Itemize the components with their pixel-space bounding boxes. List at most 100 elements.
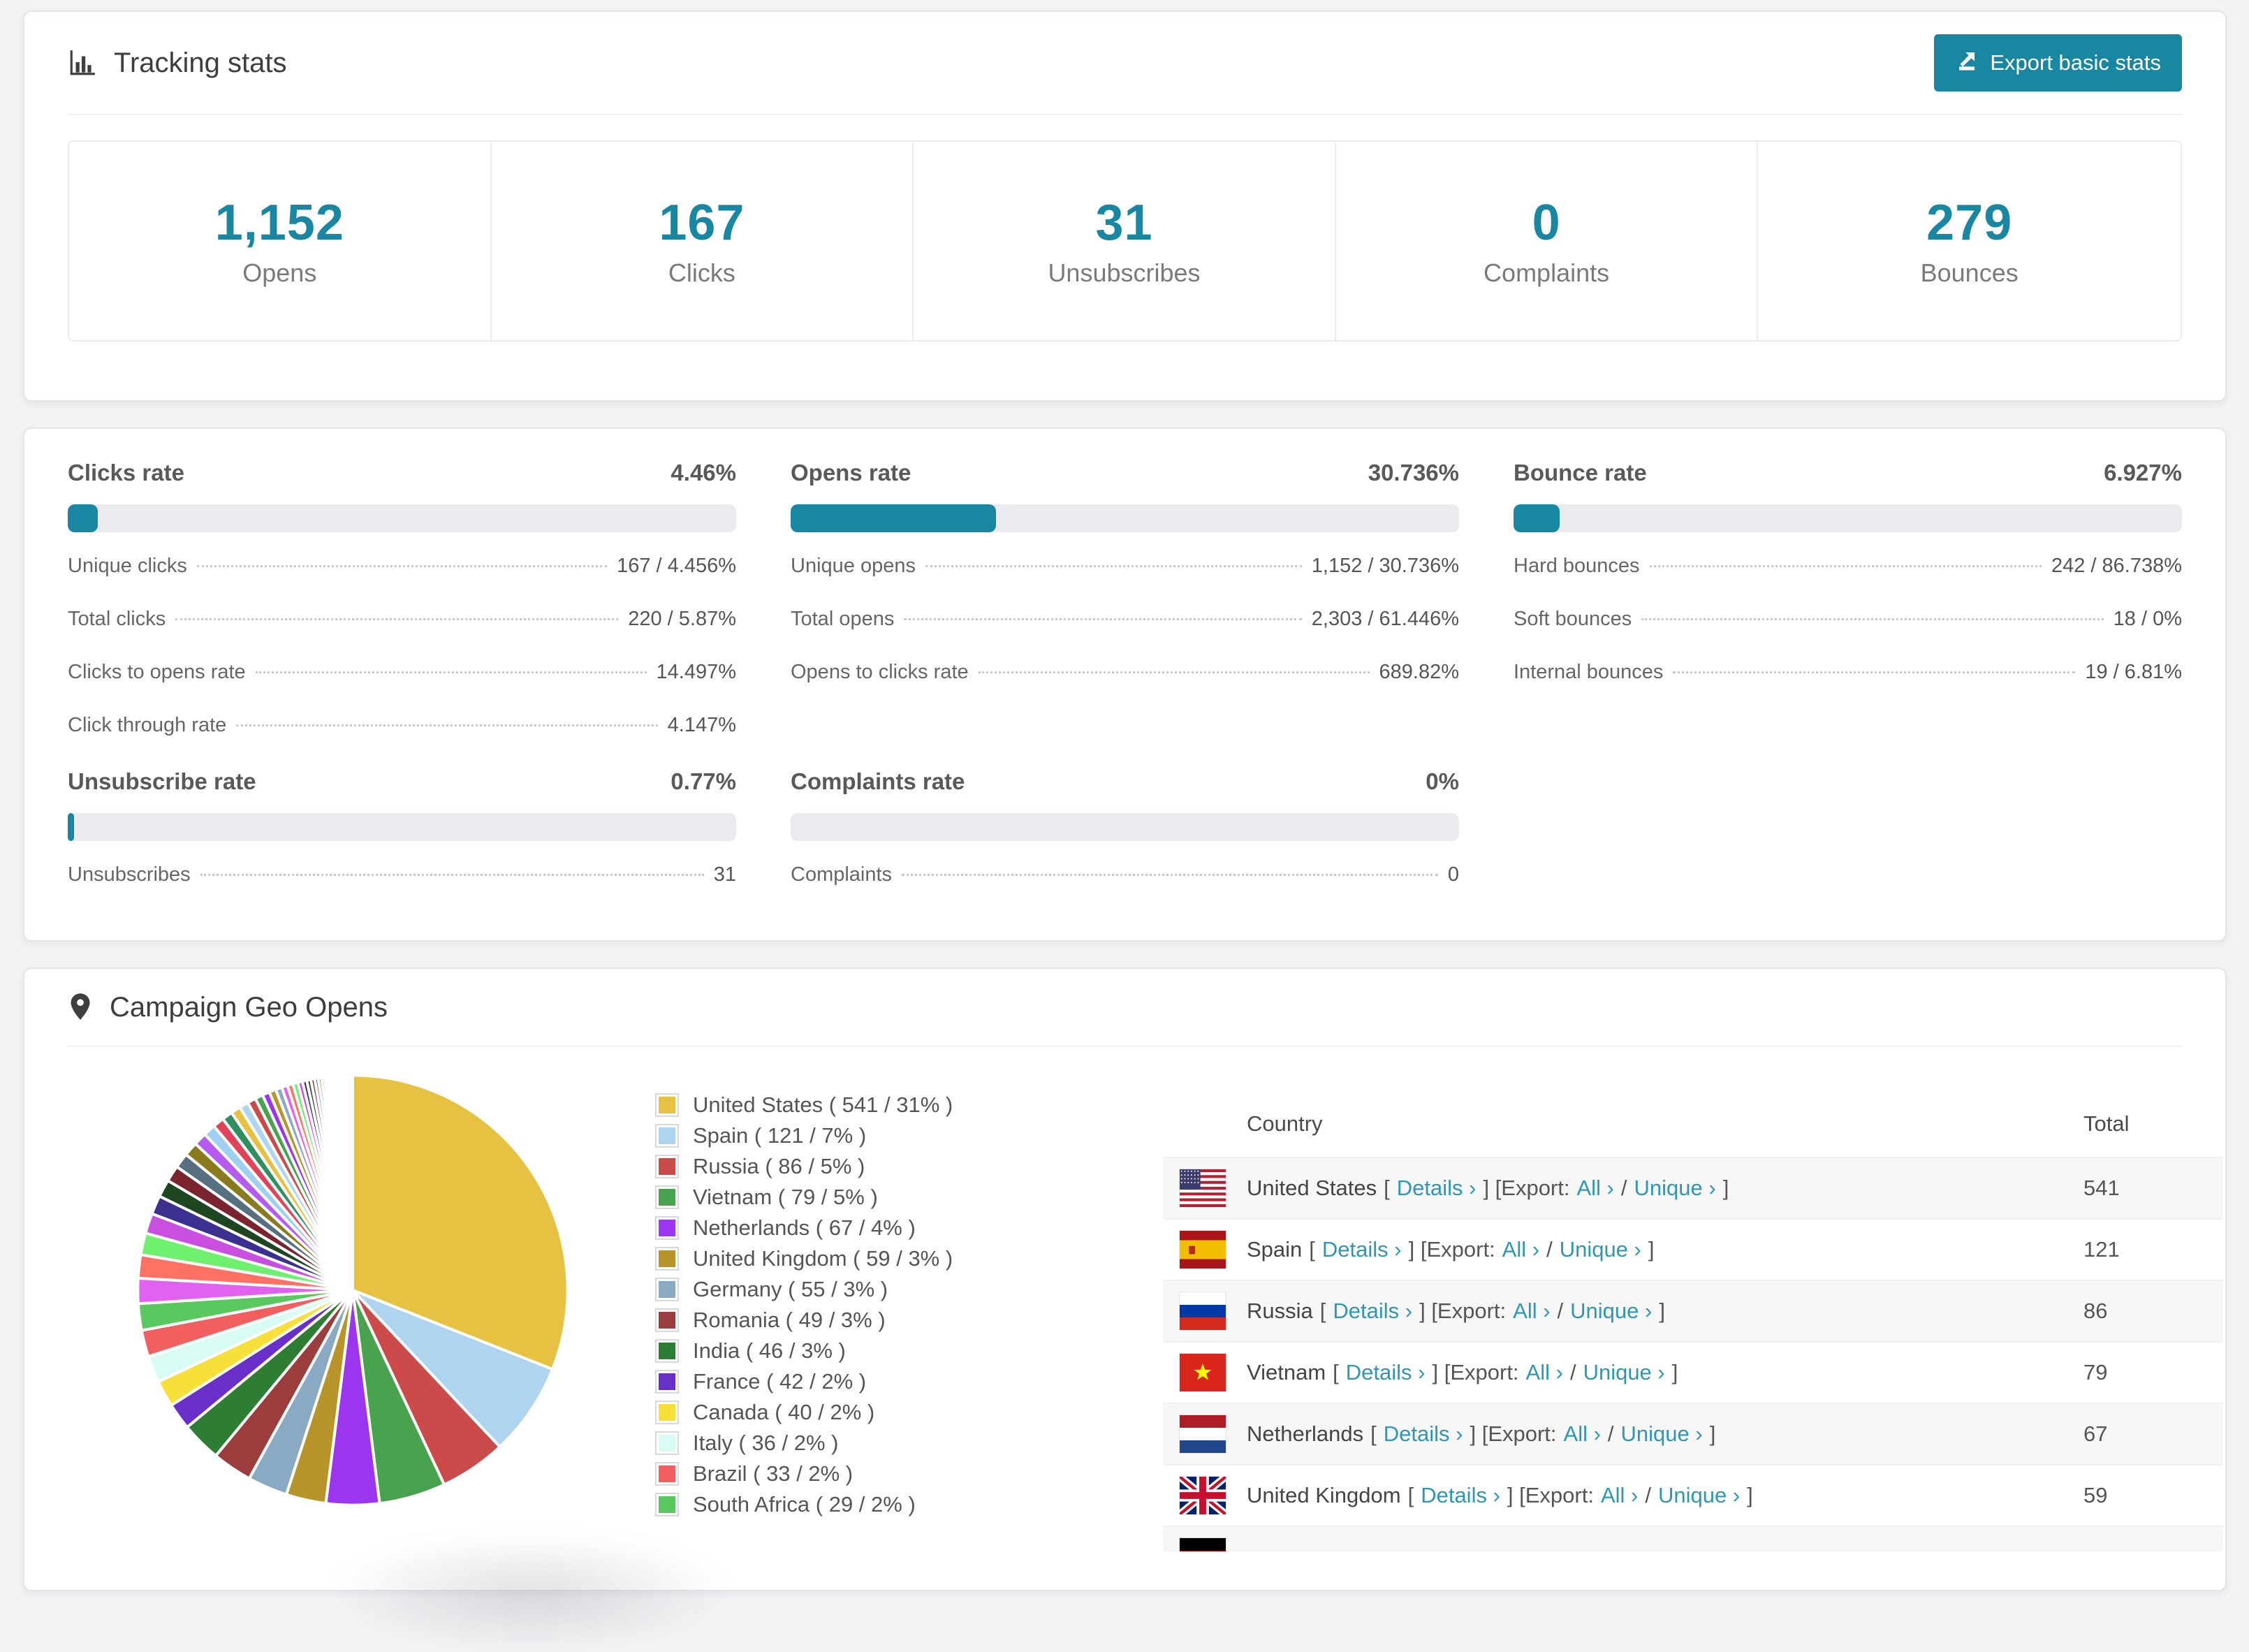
- export-icon: [1955, 48, 1979, 78]
- flag-vn: [1180, 1354, 1226, 1391]
- legend-item-india[interactable]: India ( 46 / 3% ): [657, 1338, 953, 1363]
- total-value: 86: [2083, 1299, 2108, 1323]
- export-all-link[interactable]: All ›: [1513, 1299, 1550, 1324]
- export-all-link[interactable]: All ›: [1601, 1483, 1638, 1508]
- export-unique-link[interactable]: Unique ›: [1634, 1176, 1716, 1201]
- rates-grid: Clicks rate 4.46% Unique clicks 167 / 4.456…: [24, 429, 2225, 887]
- metric-row-soft-bounces: Soft bounces 18 / 0%: [1514, 606, 2182, 631]
- legend-swatch: [657, 1433, 677, 1454]
- dotted-leader: [175, 618, 619, 620]
- legend-label: Romania ( 49 / 3% ): [693, 1308, 886, 1332]
- dotted-leader: [1673, 671, 2076, 673]
- country-name: Netherlands: [1247, 1421, 1364, 1446]
- bracket: ] [Export:: [1507, 1483, 1594, 1507]
- bracket: [: [1384, 1176, 1390, 1200]
- table-row-partial: [1163, 1526, 2223, 1551]
- country-cell: United Kingdom[ Details › ] [Export: All › /…: [1247, 1483, 2083, 1508]
- pie-slice-other[interactable]: [350, 1074, 354, 1291]
- stat-value-bounces: 279: [1926, 195, 2013, 251]
- legend-item-south-africa[interactable]: South Africa ( 29 / 2% ): [657, 1492, 953, 1516]
- metric-value: 689.82%: [1379, 661, 1460, 683]
- legend-item-france[interactable]: France ( 42 / 2% ): [657, 1369, 953, 1394]
- metric-value: 242 / 86.738%: [2051, 555, 2182, 577]
- export-unique-link[interactable]: Unique ›: [1570, 1299, 1652, 1324]
- total-value: 79: [2083, 1360, 2108, 1384]
- metric-label: Clicks to opens rate: [68, 661, 246, 683]
- geo-pie-chart[interactable]: [129, 1067, 576, 1514]
- legend-swatch: [657, 1402, 677, 1423]
- progress-fill-bounce-rate: [1514, 504, 1560, 532]
- legend-item-united-states[interactable]: United States ( 541 / 31% ): [657, 1092, 953, 1117]
- details-link[interactable]: Details ›: [1322, 1237, 1402, 1262]
- rate-value-clicks-rate: 4.46%: [671, 460, 736, 485]
- details-link[interactable]: Details ›: [1346, 1360, 1426, 1385]
- legend-item-vietnam[interactable]: Vietnam ( 79 / 5% ): [657, 1185, 953, 1209]
- details-link[interactable]: Details ›: [1421, 1483, 1500, 1508]
- legend-item-spain[interactable]: Spain ( 121 / 7% ): [657, 1123, 953, 1148]
- export-unique-link[interactable]: Unique ›: [1560, 1237, 1641, 1262]
- dotted-leader: [200, 874, 704, 876]
- metric-value: 1,152 / 30.736%: [1311, 555, 1459, 577]
- legend-swatch: [657, 1494, 677, 1515]
- details-link[interactable]: Details ›: [1333, 1299, 1412, 1324]
- country-cell: Netherlands[Details ›] [Export: All › / Uni…: [1247, 1421, 2083, 1447]
- tracking-stats-card: Tracking stats Export basic stats 1,152 O…: [23, 10, 2227, 402]
- country-cell: United States [Details ›] [Export: All › / U…: [1247, 1176, 2083, 1201]
- country-name: United Kingdom: [1247, 1483, 1401, 1507]
- legend-label: Russia ( 86 / 5% ): [693, 1154, 865, 1178]
- bracket: ]: [1648, 1237, 1655, 1262]
- export-all-link[interactable]: All ›: [1502, 1237, 1539, 1262]
- rate-block-opens-rate: Opens rate 30.736% Unique opens 1,152 / 30.…: [791, 460, 1459, 738]
- metric-value: 31: [713, 863, 736, 886]
- export-unique-link[interactable]: Unique ›: [1583, 1360, 1665, 1385]
- export-all-link[interactable]: All ›: [1564, 1421, 1601, 1447]
- rate-title-clicks-rate: Clicks rate: [68, 460, 184, 485]
- legend-label: Vietnam ( 79 / 5% ): [693, 1185, 878, 1209]
- legend-item-united-kingdom[interactable]: United Kingdom ( 59 / 3% ): [657, 1246, 953, 1271]
- details-link[interactable]: Details ›: [1397, 1176, 1477, 1201]
- tracking-stats-title-text: Tracking stats: [114, 47, 287, 78]
- legend-item-germany[interactable]: Germany ( 55 / 3% ): [657, 1277, 953, 1301]
- stat-opens: 1,152 Opens: [69, 142, 492, 340]
- export-unique-link[interactable]: Unique ›: [1658, 1483, 1740, 1508]
- separator: /: [1569, 1360, 1576, 1384]
- separator: /: [1645, 1483, 1651, 1507]
- flag-de: [1180, 1538, 1226, 1551]
- metric-label: Hard bounces: [1514, 555, 1640, 577]
- metric-label: Unique clicks: [68, 555, 187, 577]
- column-header-total: Total: [2083, 1111, 2130, 1136]
- bracket: ] [Export:: [1432, 1360, 1519, 1384]
- details-link[interactable]: Details ›: [1384, 1421, 1463, 1447]
- total-value: 121: [2083, 1237, 2120, 1262]
- legend-item-russia[interactable]: Russia ( 86 / 5% ): [657, 1154, 953, 1178]
- export-all-link[interactable]: All ›: [1526, 1360, 1563, 1385]
- metric-label: Complaints: [791, 863, 893, 886]
- country-cell: Vietnam [Details ›] [Export: All › / Unique …: [1247, 1360, 2083, 1385]
- total-value: 67: [2083, 1421, 2108, 1446]
- legend-swatch: [657, 1463, 677, 1484]
- bracket: [: [1407, 1483, 1414, 1507]
- legend-item-italy[interactable]: Italy ( 36 / 2% ): [657, 1431, 953, 1455]
- legend-item-canada[interactable]: Canada ( 40 / 2% ): [657, 1400, 953, 1424]
- legend-item-romania[interactable]: Romania ( 49 / 3% ): [657, 1308, 953, 1332]
- rate-value-opens-rate: 30.736%: [1368, 460, 1459, 485]
- export-unique-link[interactable]: Unique ›: [1621, 1421, 1703, 1447]
- stat-bounces: 279 Bounces: [1758, 142, 2181, 340]
- export-all-link[interactable]: All ›: [1576, 1176, 1613, 1201]
- geo-header: Campaign Geo Opens: [68, 969, 2182, 1047]
- legend-item-brazil[interactable]: Brazil ( 33 / 2% ): [657, 1461, 953, 1486]
- legend-label: Italy ( 36 / 2% ): [693, 1431, 839, 1455]
- dotted-leader: [925, 565, 1302, 567]
- export-basic-stats-button[interactable]: Export basic stats: [1934, 34, 2182, 92]
- bracket: ]: [1722, 1176, 1729, 1200]
- metric-label: Opens to clicks rate: [791, 661, 969, 683]
- metric-row-complaints: Complaints 0: [791, 862, 1459, 887]
- stat-complaints: 0 Complaints: [1336, 142, 1759, 340]
- progress-fill-clicks-rate: [68, 504, 98, 532]
- geo-legend: United States ( 541 / 31% ) Spain ( 121 /…: [657, 1092, 953, 1523]
- progress-bar-bounce-rate: [1514, 504, 2182, 532]
- country-name: United States: [1247, 1176, 1377, 1200]
- tracking-stats-header: Tracking stats Export basic stats: [68, 12, 2182, 115]
- rate-block-complaints-rate: Complaints rate 0% Complaints 0: [791, 768, 1459, 887]
- legend-item-netherlands[interactable]: Netherlands ( 67 / 4% ): [657, 1215, 953, 1240]
